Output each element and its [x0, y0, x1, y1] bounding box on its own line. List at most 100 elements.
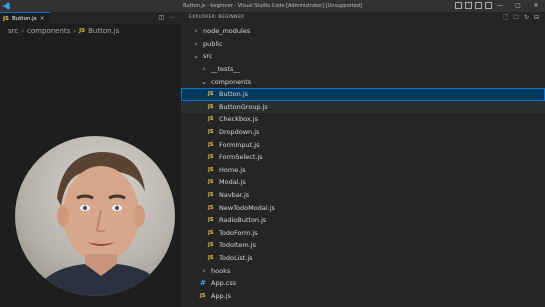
breadcrumb-separator-icon: › — [21, 27, 25, 35]
title-bar: Button.js - beginner - Visual Studio Cod… — [0, 0, 545, 12]
tree-item-label: ButtonGroup.js — [219, 102, 268, 111]
chevron-right-icon: › — [202, 266, 206, 275]
tree-folder[interactable]: ⌄ src — [181, 50, 545, 63]
tree-item-label: Modal.js — [219, 178, 246, 187]
tree-item-label: public — [203, 39, 223, 48]
webcam-overlay — [15, 136, 175, 296]
js-file-icon: JS — [208, 116, 214, 123]
tree-file[interactable]: JS Modal.js — [181, 176, 545, 189]
toggle-primary-sidebar-icon[interactable] — [455, 2, 462, 9]
tree-file[interactable]: JS Button.js — [181, 88, 545, 101]
js-file-icon: JS — [208, 103, 214, 110]
layout-controls — [455, 2, 492, 9]
js-file-icon: JS — [208, 217, 214, 224]
tree-item-label: Button.js — [219, 90, 249, 99]
tree-item-label: TodoForm.js — [219, 228, 258, 237]
tree-item-label: components — [211, 77, 252, 86]
chevron-right-icon: › — [194, 39, 198, 48]
window-controls: — ▢ ✕ — [491, 0, 545, 12]
explorer-panel: EXPLORER: BEGINNER 🗋 🗀 ↻ ⊟ › node_modules… — [181, 12, 545, 307]
tree-file[interactable]: JS Navbar.js — [181, 189, 545, 202]
js-file-icon: JS — [208, 255, 214, 262]
tree-file[interactable]: JS Home.js — [181, 164, 545, 177]
tree-item-label: hooks — [211, 266, 231, 275]
tab-button-js[interactable]: JS Button.js × — [0, 12, 50, 24]
editor-tab-strip: JS Button.js × ◫ ⋯ — [0, 12, 181, 24]
js-file-icon: JS — [79, 28, 86, 34]
tree-item-label: App.js — [211, 291, 231, 300]
tree-item-label: Checkbox.js — [219, 115, 259, 124]
js-file-icon: JS — [208, 242, 214, 249]
chevron-right-icon: › — [202, 65, 206, 74]
css-file-icon: # — [200, 279, 206, 288]
tree-item-label: FormInput.js — [219, 140, 260, 149]
tree-item-label: App.css — [211, 279, 237, 288]
breadcrumb-src[interactable]: src — [8, 27, 18, 35]
collapse-all-icon[interactable]: ⊟ — [534, 12, 539, 24]
tree-file[interactable]: JS FormInput.js — [181, 138, 545, 151]
breadcrumb-separator-icon: › — [73, 27, 77, 35]
maximize-button[interactable]: ▢ — [509, 0, 527, 12]
tree-item-label: node_modules — [203, 27, 251, 36]
tree-file[interactable]: JS ButtonGroup.js — [181, 100, 545, 114]
tree-file[interactable]: JS Checkbox.js — [181, 113, 545, 126]
tree-file[interactable]: JS Dropdown.js — [181, 126, 545, 139]
split-editor-icon[interactable]: ◫ — [158, 12, 164, 24]
tree-item-label: NewTodoModal.js — [219, 203, 275, 212]
tree-item-label: RadioButton.js — [219, 216, 267, 225]
refresh-icon[interactable]: ↻ — [524, 12, 529, 24]
tree-item-label: TodoItem.js — [219, 241, 257, 250]
js-file-icon: JS — [208, 192, 214, 199]
editor-actions: ◫ ⋯ — [158, 12, 175, 24]
new-file-icon[interactable]: 🗋 — [503, 12, 508, 24]
toggle-secondary-sidebar-icon[interactable] — [475, 2, 482, 9]
tree-item-label: __tests__ — [211, 65, 240, 74]
js-file-icon: JS — [208, 179, 214, 186]
tree-folder[interactable]: › __tests__ — [181, 63, 545, 76]
js-file-icon: JS — [208, 166, 214, 173]
tree-file[interactable]: JS TodoList.js — [181, 252, 545, 265]
more-actions-icon[interactable]: ⋯ — [169, 12, 175, 24]
tree-folder[interactable]: › hooks — [181, 264, 545, 277]
tree-file[interactable]: JS App.js — [181, 290, 545, 303]
explorer-actions: 🗋 🗀 ↻ ⊟ — [503, 12, 539, 24]
tree-file[interactable]: JS FormSelect.js — [181, 151, 545, 164]
js-file-icon: JS — [208, 141, 214, 148]
tree-folder[interactable]: ⌄ components — [181, 75, 545, 88]
tree-item-label: FormSelect.js — [219, 153, 263, 162]
tree-file[interactable]: JS TodoItem.js — [181, 239, 545, 252]
explorer-title: EXPLORER: BEGINNER — [189, 15, 245, 20]
chevron-down-icon: ⌄ — [193, 52, 199, 61]
js-file-icon: JS — [208, 229, 214, 236]
chevron-right-icon: › — [194, 27, 198, 36]
breadcrumb: src › components › JS Button.js — [0, 24, 181, 38]
js-file-icon: JS — [208, 154, 214, 161]
js-file-icon: JS — [208, 91, 214, 98]
tab-label: Button.js — [12, 15, 37, 22]
presenter-image — [33, 152, 169, 296]
tree-file[interactable]: JS RadioButton.js — [181, 214, 545, 227]
js-file-icon: JS — [208, 204, 214, 211]
toggle-panel-icon[interactable] — [465, 2, 472, 9]
tree-folder[interactable]: › public — [181, 38, 545, 51]
tree-item-label: Navbar.js — [219, 191, 250, 200]
new-folder-icon[interactable]: 🗀 — [513, 12, 519, 24]
chevron-down-icon: ⌄ — [201, 77, 207, 86]
js-file-icon: JS — [3, 15, 10, 22]
tree-item-label: Dropdown.js — [219, 128, 260, 137]
minimize-button[interactable]: — — [491, 0, 509, 12]
tree-file[interactable]: JS TodoForm.js — [181, 227, 545, 240]
tree-file[interactable]: # App.css — [181, 277, 545, 290]
close-tab-icon[interactable]: × — [40, 15, 45, 22]
tree-item-label: src — [203, 52, 213, 61]
tree-item-label: TodoList.js — [219, 254, 253, 263]
breadcrumb-file[interactable]: Button.js — [88, 27, 119, 35]
js-file-icon: JS — [200, 292, 206, 299]
close-window-button[interactable]: ✕ — [527, 0, 545, 12]
js-file-icon: JS — [208, 129, 214, 136]
tree-folder[interactable]: › node_modules — [181, 25, 545, 38]
tree-file[interactable]: JS NewTodoModal.js — [181, 201, 545, 214]
tree-item-label: Home.js — [219, 165, 246, 174]
breadcrumb-components[interactable]: components — [27, 27, 70, 35]
explorer-header: EXPLORER: BEGINNER 🗋 🗀 ↻ ⊟ — [181, 12, 545, 24]
